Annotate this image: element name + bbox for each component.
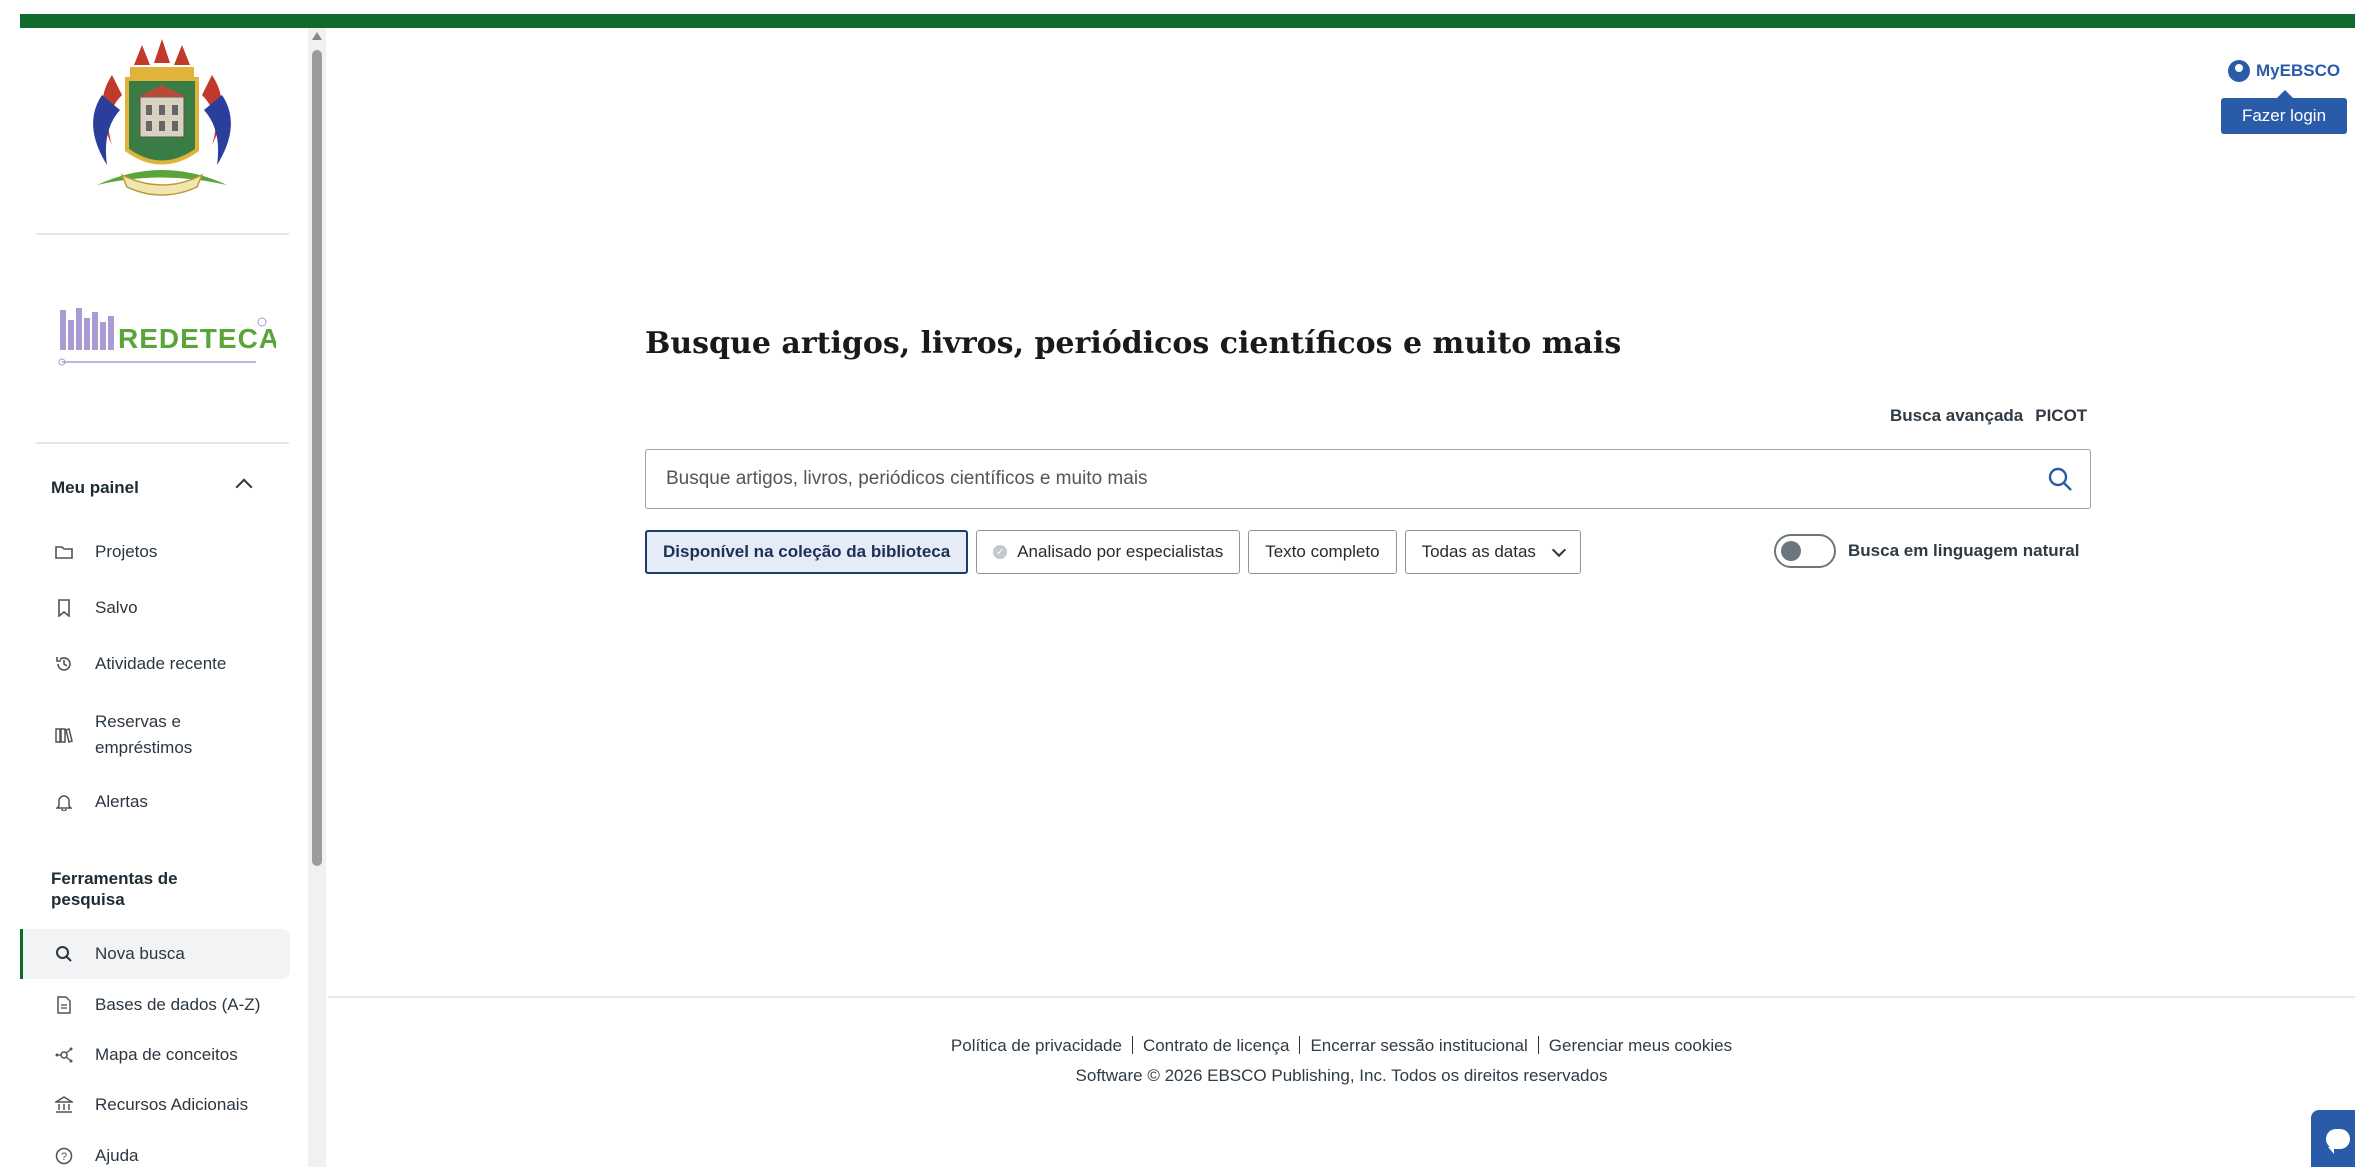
sidebar-item-label: Ajuda [95,1146,139,1165]
svg-text:?: ? [61,1151,67,1163]
scroll-up-arrow-icon[interactable] [312,32,322,40]
license-link[interactable]: Contrato de licença [1143,1036,1289,1055]
footer-divider [328,996,2355,998]
myebsco-button[interactable]: MyEBSCO [2228,60,2340,82]
footer-separator [1537,1036,1539,1054]
folder-icon [53,541,75,563]
sidebar-item-bases-de-dados[interactable]: Bases de dados (A-Z) [20,980,290,1030]
filter-library-collection[interactable]: Disponível na coleção da biblioteca [645,530,969,574]
university-crest-logo[interactable] [72,35,252,210]
sidebar-item-ajuda[interactable]: ? Ajuda [20,1131,290,1167]
tools-heading: Ferramentas de pesquisa [51,869,178,909]
search-icon[interactable] [2030,449,2090,509]
toggle-knob [1781,541,1801,561]
search-icon [53,943,75,965]
sidebar-item-label: Nova busca [95,944,185,963]
footer-links: Política de privacidade Contrato de licen… [328,1036,2355,1056]
natural-language-toggle[interactable]: Busca em linguagem natural [1774,534,2079,568]
sidebar-item-salvo[interactable]: Salvo [20,583,290,633]
filter-label: Texto completo [1265,542,1380,561]
check-circle-icon: ✓ [993,545,1008,559]
institution-icon [53,1094,75,1116]
sidebar-item-atividade-recente[interactable]: Atividade recente [20,639,290,689]
footer-separator [1131,1036,1133,1054]
filter-label: Disponível na coleção da biblioteca [663,542,951,561]
sidebar-item-label: Mapa de conceitos [95,1045,238,1064]
filter-peer-reviewed[interactable]: ✓ Analisado por especialistas [976,530,1241,574]
sidebar-item-label: Salvo [95,598,138,617]
toggle-switch[interactable] [1774,534,1836,568]
books-icon [53,724,75,746]
sidebar-item-label: Reservas e empréstimos [95,712,193,757]
sidebar-divider [36,233,289,235]
copyright-text: Software © 2026 EBSCO Publishing, Inc. T… [1075,1066,1608,1085]
toggle-label: Busca em linguagem natural [1848,541,2080,560]
login-tooltip[interactable]: Fazer login [2221,90,2347,134]
search-box [645,449,2091,509]
page-title: Busque artigos, livros, periódicos cient… [645,326,1622,361]
filter-label: Todas as datas [1421,542,1536,561]
chevron-down-icon [1551,542,1566,558]
sidebar-item-recursos-adicionais[interactable]: Recursos Adicionais [20,1080,290,1130]
bell-icon [53,791,75,813]
sidebar-item-label: Bases de dados (A-Z) [95,995,261,1014]
sidebar-item-label: Atividade recente [95,654,227,673]
footer-separator [1299,1036,1301,1054]
advanced-links: Busca avançada PICOT [1890,406,2087,426]
search-input[interactable] [646,450,2030,508]
end-session-link[interactable]: Encerrar sessão institucional [1310,1036,1527,1055]
advanced-search-link[interactable]: Busca avançada [1890,406,2023,426]
login-tooltip-label: Fazer login [2241,106,2327,125]
bookmark-icon [53,597,75,619]
panel-heading: Meu painel [51,478,139,497]
sidebar-item-label: Alertas [95,792,148,811]
sidebar-divider [36,442,289,444]
sidebar-item-nova-busca[interactable]: Nova busca [20,929,290,979]
sidebar-item-reservas[interactable]: Reservas e empréstimos [20,705,290,765]
filter-chips: Disponível na coleção da biblioteca ✓ An… [645,530,1581,574]
sidebar-item-projetos[interactable]: Projetos [20,527,290,577]
scrollbar-thumb[interactable] [312,50,322,866]
redeteca-logo[interactable]: REDETECA [56,300,279,380]
filter-label: Analisado por especialistas [1017,542,1224,561]
cookies-link[interactable]: Gerenciar meus cookies [1549,1036,1732,1055]
filter-dates-dropdown[interactable]: Todas as datas [1404,530,1581,574]
chat-button[interactable] [2311,1110,2355,1167]
top-accent-bar [20,14,2355,28]
sidebar-item-label: Recursos Adicionais [95,1095,249,1114]
sidebar-item-mapa-de-conceitos[interactable]: Mapa de conceitos [20,1030,290,1080]
sidebar-item-label: Projetos [95,542,158,561]
filter-full-text[interactable]: Texto completo [1248,530,1397,574]
sidebar-item-alertas[interactable]: Alertas [20,777,290,827]
picot-link[interactable]: PICOT [2035,406,2087,426]
document-icon [53,994,75,1016]
help-icon: ? [53,1145,75,1167]
sidebar-scrollbar[interactable] [308,28,326,1167]
chat-icon [2326,1128,2350,1154]
user-avatar-icon [2228,60,2250,82]
concept-map-icon [53,1044,75,1066]
privacy-link[interactable]: Política de privacidade [951,1036,1122,1055]
history-icon [53,653,75,675]
myebsco-label: MyEBSCO [2256,61,2341,80]
svg-text:REDETECA: REDETECA [118,323,276,354]
